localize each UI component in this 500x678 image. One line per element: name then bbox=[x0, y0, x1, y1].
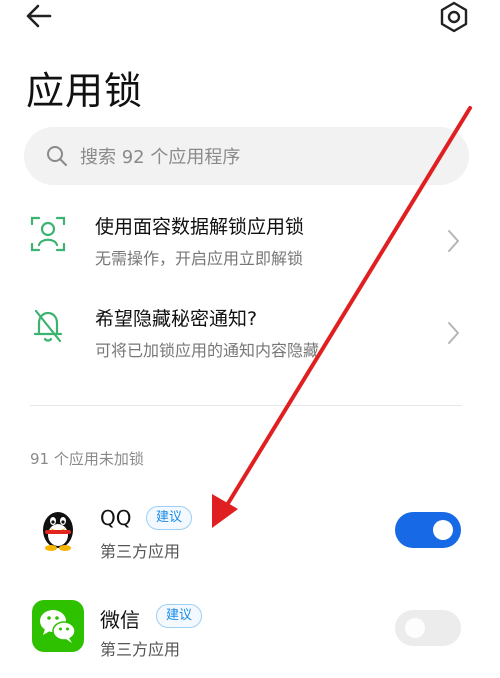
suggest-badge: 建议 bbox=[146, 506, 193, 530]
chevron-right-icon bbox=[448, 322, 459, 344]
feature-face-unlock[interactable]: 使用面容数据解锁应用锁 无需操作，开启应用立即解锁 bbox=[0, 198, 500, 282]
app-row-qq[interactable]: QQ 建议 第三方应用 bbox=[0, 490, 500, 580]
chevron-right-icon bbox=[448, 230, 459, 252]
search-input[interactable]: 搜索 92 个应用程序 bbox=[80, 143, 240, 169]
feature-title: 使用面容数据解锁应用锁 bbox=[95, 216, 305, 238]
feature-subtitle: 无需操作，开启应用立即解锁 bbox=[95, 249, 304, 268]
gear-icon bbox=[440, 1, 468, 33]
search-bar[interactable]: 搜索 92 个应用程序 bbox=[24, 127, 469, 185]
wechat-icon bbox=[32, 600, 84, 652]
arrow-left-icon bbox=[26, 4, 52, 28]
search-icon bbox=[47, 146, 67, 166]
face-scan-icon bbox=[30, 216, 66, 252]
app-name: 微信 bbox=[100, 608, 140, 632]
suggest-badge: 建议 bbox=[156, 604, 203, 628]
app-row-wechat[interactable]: 微信 建议 第三方应用 bbox=[0, 588, 500, 678]
feature-hide-notifications[interactable]: 希望隐藏秘密通知? 可将已加锁应用的通知内容隐藏 bbox=[0, 290, 500, 374]
back-button[interactable] bbox=[22, 2, 62, 32]
lock-toggle-qq[interactable] bbox=[395, 512, 461, 548]
app-type: 第三方应用 bbox=[100, 542, 181, 561]
settings-button[interactable] bbox=[436, 0, 472, 34]
feature-title: 希望隐藏秘密通知? bbox=[95, 308, 258, 330]
qq-icon bbox=[32, 502, 84, 554]
lock-toggle-wechat[interactable] bbox=[395, 610, 461, 646]
bell-off-icon bbox=[33, 309, 63, 343]
top-bar bbox=[0, 0, 500, 40]
divider bbox=[30, 405, 462, 406]
toggle-knob bbox=[433, 520, 453, 540]
section-label: 91 个应用未加锁 bbox=[30, 450, 144, 468]
page-title: 应用锁 bbox=[26, 69, 144, 113]
app-name: QQ bbox=[100, 506, 132, 530]
feature-subtitle: 可将已加锁应用的通知内容隐藏 bbox=[95, 341, 320, 360]
toggle-knob bbox=[405, 618, 425, 638]
app-type: 第三方应用 bbox=[100, 640, 181, 659]
